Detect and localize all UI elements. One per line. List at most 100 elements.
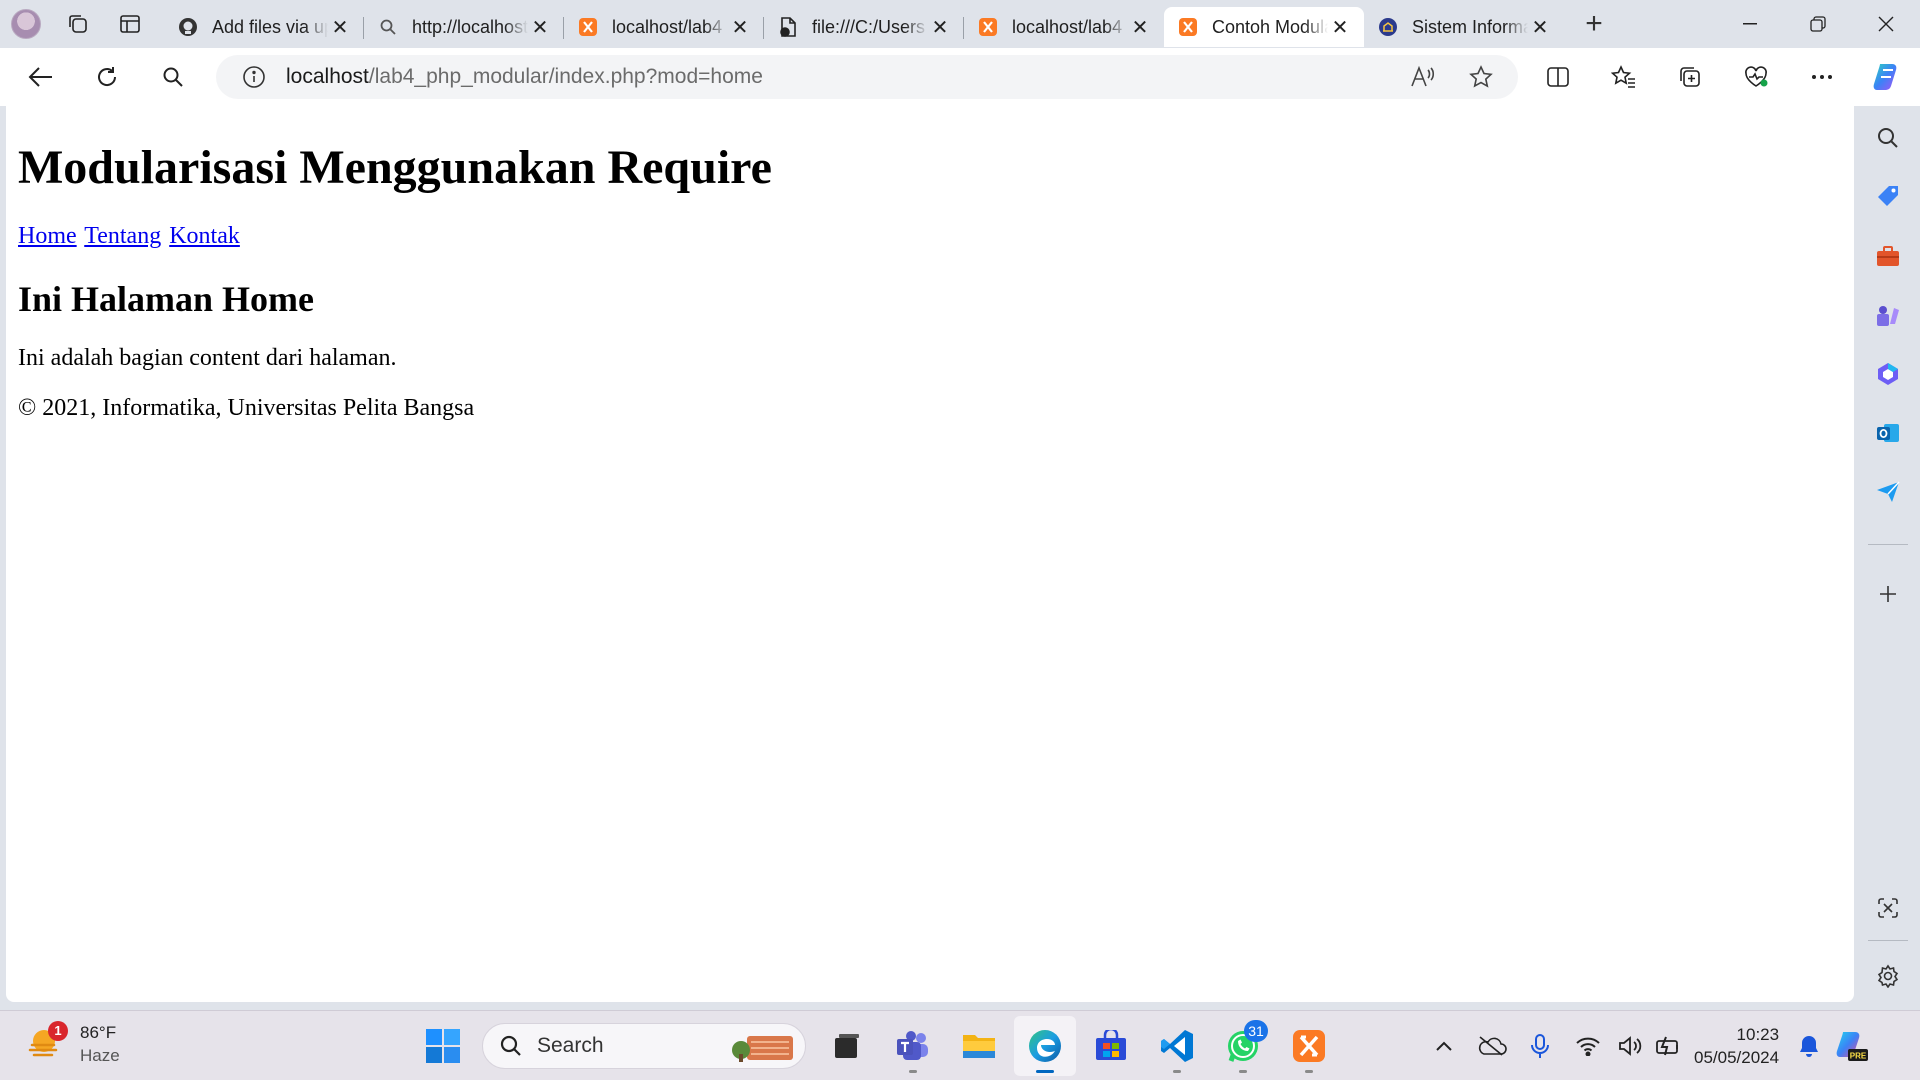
screenshot-icon[interactable] [1856, 886, 1920, 930]
content-title: Ini Halaman Home [18, 279, 315, 319]
close-icon[interactable]: ✕ [528, 15, 552, 39]
start-button[interactable] [412, 1016, 474, 1076]
more-options-icon[interactable] [1789, 48, 1855, 106]
weather-widget[interactable]: 1 86°F Haze [28, 1020, 120, 1067]
close-icon[interactable]: ✕ [928, 15, 952, 39]
tab-sistem-informasi[interactable]: Sistem Informasi ✕ [1364, 7, 1564, 47]
search-icon [378, 17, 398, 37]
url-text[interactable]: localhost/lab4_php_modular/index.php?mod… [286, 65, 763, 89]
weather-condition: Haze [80, 1046, 120, 1065]
url-path: /lab4_php_modular/index.php?mod=home [368, 65, 763, 88]
tools-briefcase-icon[interactable] [1856, 234, 1920, 278]
vertical-tabs-icon[interactable] [104, 0, 156, 48]
tab-title: http://localhost [412, 16, 528, 37]
close-icon[interactable]: ✕ [1528, 15, 1552, 39]
close-icon[interactable]: ✕ [1328, 15, 1352, 39]
xampp-icon [578, 17, 598, 37]
restore-button[interactable] [1784, 0, 1852, 48]
wifi-icon[interactable] [1564, 1021, 1612, 1071]
collections-icon[interactable] [1657, 48, 1723, 106]
tab-localhost-lab4[interactable]: localhost/lab4 ✕ [563, 7, 764, 47]
tab-bar: Add files via upload ✕ http://localhost … [0, 0, 1920, 48]
shopping-tag-icon[interactable] [1856, 175, 1920, 219]
vscode-icon[interactable] [1146, 1016, 1208, 1076]
tab-title: localhost/lab4 [1012, 16, 1123, 37]
copilot-icon[interactable] [1855, 48, 1920, 106]
onedrive-offline-icon[interactable] [1468, 1021, 1516, 1071]
workspaces-icon[interactable] [52, 0, 104, 48]
page-heading: Modularisasi Menggunakan Require [18, 141, 772, 194]
xampp-icon [1178, 17, 1198, 37]
web-page: Modularisasi Menggunakan Require Home Te… [6, 106, 1854, 1002]
tab-contoh-modularisasi[interactable]: Contoh Modularisasi ✕ [1164, 7, 1364, 47]
browser-toolbar: localhost/lab4_php_modular/index.php?mod… [0, 48, 1920, 106]
close-window-button[interactable] [1852, 0, 1920, 48]
info-icon[interactable] [232, 65, 276, 89]
browser-essentials-icon[interactable] [1723, 48, 1789, 106]
volume-icon[interactable] [1612, 1021, 1648, 1071]
content-text: Ini adalah bagian content dari halaman. [18, 345, 397, 371]
edge-icon[interactable] [1014, 1016, 1076, 1076]
tab-title: Add files via upload [212, 16, 328, 37]
tab-title: file:///C:/Users [812, 16, 926, 37]
page-footer: © 2021, Informatika, Universitas Pelita … [18, 395, 475, 421]
nav-link-kontak[interactable]: Kontak [169, 223, 240, 249]
windows-taskbar: 1 86°F Haze Search 31 10:23 05/05/2024 P… [0, 1010, 1920, 1080]
taskbar-search-label: Search [537, 1034, 604, 1057]
tab-strip: Add files via upload ✕ http://localhost … [164, 0, 1618, 48]
microsoft-365-icon[interactable] [1856, 352, 1920, 396]
split-screen-icon[interactable] [1525, 48, 1591, 106]
battery-charging-icon[interactable] [1648, 1021, 1688, 1071]
clock-time: 10:23 [1736, 1025, 1780, 1044]
address-bar[interactable]: localhost/lab4_php_modular/index.php?mod… [216, 55, 1518, 99]
github-icon [178, 17, 198, 37]
chevron-up-icon[interactable] [1420, 1021, 1468, 1071]
nav-link-tentang[interactable]: Tentang [84, 223, 161, 249]
microsoft-store-icon[interactable] [1080, 1016, 1142, 1076]
taskbar-apps: Search 31 [410, 1011, 1342, 1080]
close-icon[interactable]: ✕ [1128, 15, 1152, 39]
favorite-star-icon[interactable] [1452, 55, 1510, 99]
games-icon[interactable] [1856, 293, 1920, 337]
tab-localhost-lab4-2[interactable]: localhost/lab4 ✕ [963, 7, 1164, 47]
clock[interactable]: 10:23 05/05/2024 [1694, 1023, 1779, 1069]
add-sidebar-app-icon[interactable] [1856, 572, 1920, 616]
send-drop-icon[interactable] [1856, 470, 1920, 514]
whatsapp-icon[interactable]: 31 [1212, 1016, 1274, 1076]
microphone-icon[interactable] [1516, 1021, 1564, 1071]
read-aloud-icon[interactable] [1394, 55, 1452, 99]
weather-badge: 1 [48, 1020, 68, 1041]
tab-title: localhost/lab4 [612, 16, 723, 37]
tab-add-files[interactable]: Add files via upload ✕ [164, 7, 364, 47]
sidebar-search-icon[interactable] [1856, 116, 1920, 160]
task-view-icon[interactable] [816, 1016, 878, 1076]
favorites-icon[interactable] [1591, 48, 1657, 106]
nav-link-home[interactable]: Home [18, 223, 77, 249]
weather-temp: 86°F [80, 1023, 117, 1042]
xampp-icon [978, 17, 998, 37]
refresh-button[interactable] [74, 48, 140, 106]
search-button[interactable] [140, 48, 206, 106]
outlook-icon[interactable] [1856, 411, 1920, 455]
tab-file[interactable]: file:///C:/Users ✕ [763, 7, 964, 47]
close-icon[interactable]: ✕ [328, 15, 352, 39]
taskbar-search[interactable]: Search [482, 1023, 806, 1069]
sidebar-settings-icon[interactable] [1856, 954, 1920, 998]
clock-date: 05/05/2024 [1694, 1048, 1780, 1067]
profile-avatar[interactable] [0, 0, 52, 48]
tab-title: Contoh Modularisasi [1212, 16, 1328, 37]
teams-icon[interactable] [882, 1016, 944, 1076]
campus-icon [1378, 17, 1398, 37]
url-host: localhost [286, 65, 369, 88]
new-tab-button[interactable]: + [1570, 4, 1618, 44]
minimize-button[interactable] [1716, 0, 1784, 48]
notification-bell-icon[interactable] [1791, 1021, 1827, 1071]
tab-localhost-search[interactable]: http://localhost ✕ [363, 7, 564, 47]
svg-text:PRE: PRE [1850, 1052, 1867, 1061]
xampp-icon[interactable] [1278, 1016, 1340, 1076]
back-button[interactable] [8, 48, 74, 106]
close-icon[interactable]: ✕ [728, 15, 752, 39]
file-explorer-icon[interactable] [948, 1016, 1010, 1076]
copilot-preview-icon[interactable]: PRE [1827, 1021, 1875, 1071]
whatsapp-badge: 31 [1244, 1020, 1268, 1042]
